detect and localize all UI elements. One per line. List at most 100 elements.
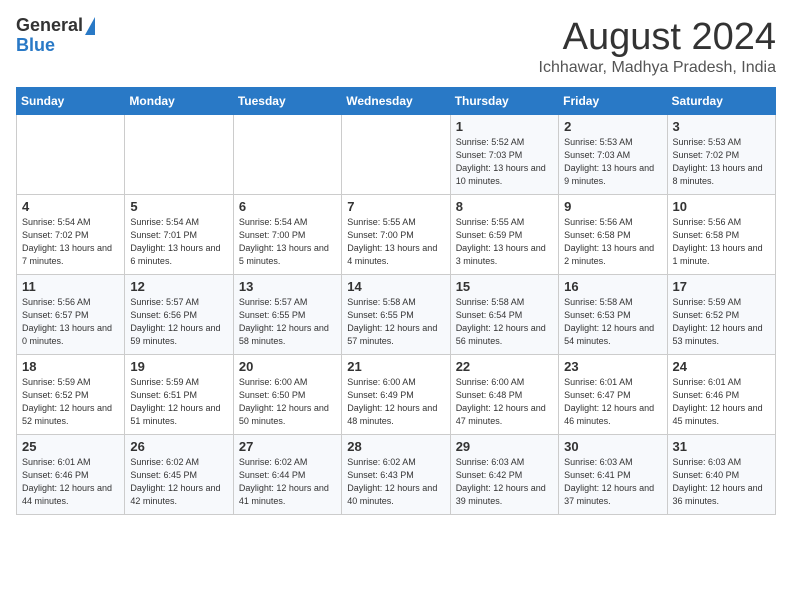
calendar-day-cell: 13 Sunrise: 5:57 AMSunset: 6:55 PMDayligh…: [233, 275, 341, 355]
calendar-day-cell: 4 Sunrise: 5:54 AMSunset: 7:02 PMDaylight…: [17, 195, 125, 275]
calendar-day-cell: 14 Sunrise: 5:58 AMSunset: 6:55 PMDayligh…: [342, 275, 450, 355]
calendar-day-cell: [17, 115, 125, 195]
weekday-header-sunday: Sunday: [17, 88, 125, 115]
day-number: 31: [673, 439, 770, 454]
day-number: 29: [456, 439, 553, 454]
day-info: Sunrise: 5:56 AMSunset: 6:58 PMDaylight:…: [673, 216, 770, 268]
calendar-week-3: 11 Sunrise: 5:56 AMSunset: 6:57 PMDayligh…: [17, 275, 776, 355]
day-info: Sunrise: 5:54 AMSunset: 7:00 PMDaylight:…: [239, 216, 336, 268]
day-info: Sunrise: 5:56 AMSunset: 6:58 PMDaylight:…: [564, 216, 661, 268]
day-info: Sunrise: 6:01 AMSunset: 6:47 PMDaylight:…: [564, 376, 661, 428]
calendar-day-cell: 28Sunrise: 6:02 AMSunset: 6:43 PMDayligh…: [342, 435, 450, 515]
day-info: Sunrise: 5:59 AMSunset: 6:52 PMDaylight:…: [22, 376, 119, 428]
calendar-day-cell: 30 Sunrise: 6:03 AMSunset: 6:41 PMDayligh…: [559, 435, 667, 515]
day-number: 12: [130, 279, 227, 294]
day-number: 5: [130, 199, 227, 214]
day-number: 11: [22, 279, 119, 294]
day-info: Sunrise: 5:53 AMSunset: 7:03 AMDaylight:…: [564, 136, 661, 188]
day-info: Sunrise: 6:01 AMSunset: 6:46 PMDaylight:…: [22, 456, 119, 508]
calendar-day-cell: 23 Sunrise: 6:01 AMSunset: 6:47 PMDayligh…: [559, 355, 667, 435]
day-info: Sunrise: 5:56 AMSunset: 6:57 PMDaylight:…: [22, 296, 119, 348]
calendar-day-cell: 26Sunrise: 6:02 AMSunset: 6:45 PMDayligh…: [125, 435, 233, 515]
day-info: Sunrise: 6:00 AMSunset: 6:49 PMDaylight:…: [347, 376, 444, 428]
calendar-day-cell: 24 Sunrise: 6:01 AMSunset: 6:46 PMDayligh…: [667, 355, 775, 435]
calendar-day-cell: 16Sunrise: 5:58 AMSunset: 6:53 PMDayligh…: [559, 275, 667, 355]
calendar-subtitle: Ichhawar, Madhya Pradesh, India: [539, 59, 776, 77]
day-info: Sunrise: 5:55 AMSunset: 6:59 PMDaylight:…: [456, 216, 553, 268]
day-number: 17: [673, 279, 770, 294]
calendar-day-cell: [125, 115, 233, 195]
calendar-day-cell: 1Sunrise: 5:52 AMSunset: 7:03 PMDaylight…: [450, 115, 558, 195]
day-info: Sunrise: 6:01 AMSunset: 6:46 PMDaylight:…: [673, 376, 770, 428]
calendar-day-cell: [233, 115, 341, 195]
day-info: Sunrise: 5:54 AMSunset: 7:01 PMDaylight:…: [130, 216, 227, 268]
day-number: 20: [239, 359, 336, 374]
calendar-day-cell: 8 Sunrise: 5:55 AMSunset: 6:59 PMDaylight…: [450, 195, 558, 275]
day-info: Sunrise: 5:54 AMSunset: 7:02 PMDaylight:…: [22, 216, 119, 268]
calendar-day-cell: 9 Sunrise: 5:56 AMSunset: 6:58 PMDaylight…: [559, 195, 667, 275]
day-info: Sunrise: 5:55 AMSunset: 7:00 PMDaylight:…: [347, 216, 444, 268]
calendar-table: SundayMondayTuesdayWednesdayThursdayFrid…: [16, 87, 776, 515]
day-info: Sunrise: 5:57 AMSunset: 6:55 PMDaylight:…: [239, 296, 336, 348]
calendar-day-cell: 7 Sunrise: 5:55 AMSunset: 7:00 PMDaylight…: [342, 195, 450, 275]
day-info: Sunrise: 6:00 AMSunset: 6:50 PMDaylight:…: [239, 376, 336, 428]
day-number: 8: [456, 199, 553, 214]
day-number: 6: [239, 199, 336, 214]
day-number: 18: [22, 359, 119, 374]
calendar-day-cell: 15 Sunrise: 5:58 AMSunset: 6:54 PMDayligh…: [450, 275, 558, 355]
weekday-header-monday: Monday: [125, 88, 233, 115]
calendar-day-cell: 2Sunrise: 5:53 AMSunset: 7:03 AMDaylight…: [559, 115, 667, 195]
calendar-day-cell: 21 Sunrise: 6:00 AMSunset: 6:49 PMDayligh…: [342, 355, 450, 435]
day-number: 27: [239, 439, 336, 454]
calendar-day-cell: 17 Sunrise: 5:59 AMSunset: 6:52 PMDayligh…: [667, 275, 775, 355]
logo-blue-text: Blue: [16, 36, 55, 56]
day-number: 28: [347, 439, 444, 454]
calendar-day-cell: 5 Sunrise: 5:54 AMSunset: 7:01 PMDaylight…: [125, 195, 233, 275]
day-info: Sunrise: 5:59 AMSunset: 6:52 PMDaylight:…: [673, 296, 770, 348]
day-number: 25: [22, 439, 119, 454]
day-number: 10: [673, 199, 770, 214]
weekday-header-row: SundayMondayTuesdayWednesdayThursdayFrid…: [17, 88, 776, 115]
calendar-day-cell: 11 Sunrise: 5:56 AMSunset: 6:57 PMDayligh…: [17, 275, 125, 355]
weekday-header-wednesday: Wednesday: [342, 88, 450, 115]
day-number: 19: [130, 359, 227, 374]
day-info: Sunrise: 6:03 AMSunset: 6:42 PMDaylight:…: [456, 456, 553, 508]
day-number: 7: [347, 199, 444, 214]
day-info: Sunrise: 5:58 AMSunset: 6:55 PMDaylight:…: [347, 296, 444, 348]
logo-triangle-icon: [85, 17, 95, 35]
calendar-day-cell: 10 Sunrise: 5:56 AMSunset: 6:58 PMDayligh…: [667, 195, 775, 275]
day-info: Sunrise: 6:03 AMSunset: 6:41 PMDaylight:…: [564, 456, 661, 508]
day-info: Sunrise: 5:57 AMSunset: 6:56 PMDaylight:…: [130, 296, 227, 348]
calendar-day-cell: 3 Sunrise: 5:53 AMSunset: 7:02 PMDaylight…: [667, 115, 775, 195]
day-number: 30: [564, 439, 661, 454]
calendar-week-2: 4 Sunrise: 5:54 AMSunset: 7:02 PMDaylight…: [17, 195, 776, 275]
day-number: 21: [347, 359, 444, 374]
logo-general-text: General: [16, 16, 83, 36]
day-number: 23: [564, 359, 661, 374]
calendar-day-cell: 27 Sunrise: 6:02 AMSunset: 6:44 PMDayligh…: [233, 435, 341, 515]
day-info: Sunrise: 6:00 AMSunset: 6:48 PMDaylight:…: [456, 376, 553, 428]
day-info: Sunrise: 5:58 AMSunset: 6:54 PMDaylight:…: [456, 296, 553, 348]
day-number: 24: [673, 359, 770, 374]
day-number: 3: [673, 119, 770, 134]
page-header: General Blue August 2024 Ichhawar, Madhy…: [16, 16, 776, 77]
calendar-day-cell: 20 Sunrise: 6:00 AMSunset: 6:50 PMDayligh…: [233, 355, 341, 435]
calendar-day-cell: 31 Sunrise: 6:03 AMSunset: 6:40 PMDayligh…: [667, 435, 775, 515]
day-number: 4: [22, 199, 119, 214]
calendar-week-4: 18 Sunrise: 5:59 AMSunset: 6:52 PMDayligh…: [17, 355, 776, 435]
calendar-week-1: 1Sunrise: 5:52 AMSunset: 7:03 PMDaylight…: [17, 115, 776, 195]
day-info: Sunrise: 6:03 AMSunset: 6:40 PMDaylight:…: [673, 456, 770, 508]
calendar-day-cell: 29 Sunrise: 6:03 AMSunset: 6:42 PMDayligh…: [450, 435, 558, 515]
day-number: 13: [239, 279, 336, 294]
day-number: 9: [564, 199, 661, 214]
weekday-header-friday: Friday: [559, 88, 667, 115]
calendar-day-cell: 19Sunrise: 5:59 AMSunset: 6:51 PMDayligh…: [125, 355, 233, 435]
day-number: 14: [347, 279, 444, 294]
calendar-day-cell: 25 Sunrise: 6:01 AMSunset: 6:46 PMDayligh…: [17, 435, 125, 515]
day-info: Sunrise: 6:02 AMSunset: 6:44 PMDaylight:…: [239, 456, 336, 508]
calendar-day-cell: 12 Sunrise: 5:57 AMSunset: 6:56 PMDayligh…: [125, 275, 233, 355]
calendar-day-cell: 22Sunrise: 6:00 AMSunset: 6:48 PMDayligh…: [450, 355, 558, 435]
day-info: Sunrise: 5:53 AMSunset: 7:02 PMDaylight:…: [673, 136, 770, 188]
day-number: 15: [456, 279, 553, 294]
weekday-header-saturday: Saturday: [667, 88, 775, 115]
